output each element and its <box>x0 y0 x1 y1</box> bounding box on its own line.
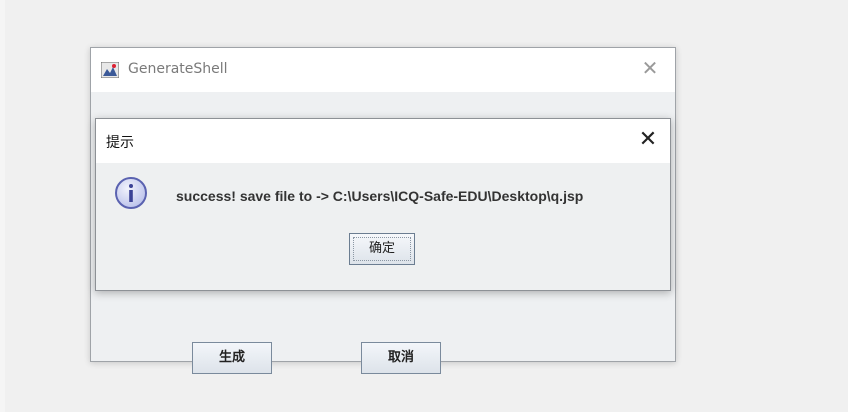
dialog-titlebar[interactable]: 提示 ✕ <box>96 119 670 163</box>
dialog-title: 提示 <box>106 135 134 151</box>
ok-button[interactable]: 确定 <box>349 233 415 265</box>
message-dialog: 提示 ✕ success! save file to -> C:\Users\I… <box>95 118 671 291</box>
window-title: GenerateShell <box>128 61 228 77</box>
cancel-button[interactable]: 取消 <box>361 342 441 374</box>
java-app-icon <box>101 62 119 78</box>
info-icon <box>115 177 147 209</box>
close-icon[interactable]: ✕ <box>639 57 661 79</box>
generate-button[interactable]: 生成 <box>192 342 272 374</box>
dialog-message: success! save file to -> C:\Users\ICQ-Sa… <box>176 188 584 204</box>
window-titlebar[interactable]: GenerateShell ✕ <box>91 48 675 92</box>
ok-button-label: 确定 <box>368 241 395 256</box>
close-icon[interactable]: ✕ <box>636 128 660 152</box>
